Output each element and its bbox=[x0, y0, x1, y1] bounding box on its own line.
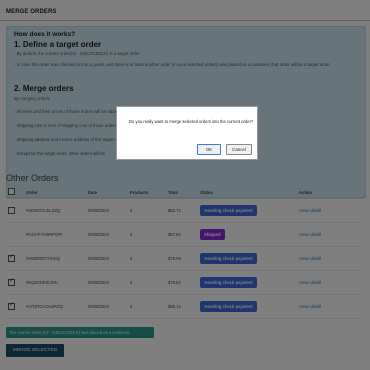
confirm-dialog: Do you really want to merge selected ord… bbox=[116, 106, 258, 160]
dialog-message: Do you really want to merge selected ord… bbox=[129, 119, 254, 124]
modal-overlay bbox=[0, 0, 370, 370]
cancel-button[interactable]: Cancel bbox=[226, 144, 252, 155]
ok-button[interactable]: OK bbox=[197, 144, 221, 155]
merge-orders-page: MERGE ORDERS How does it works? 1. Defin… bbox=[0, 0, 370, 370]
